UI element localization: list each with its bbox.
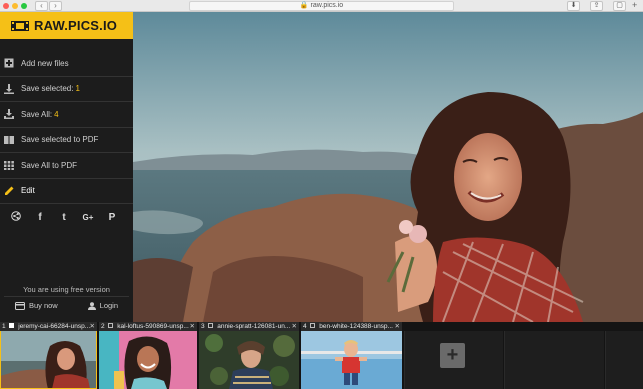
login-link[interactable]: Login <box>87 301 119 310</box>
brand-name: RAW.PICS.IO <box>34 18 118 33</box>
thumbnail-1[interactable]: 1 jeremy-cai-66284-unsp... ✕ <box>0 322 97 389</box>
checkbox-icon[interactable] <box>208 323 214 328</box>
thumbnail-2-index: 2 <box>101 323 105 330</box>
tabs-icon[interactable]: ▢ <box>613 1 626 11</box>
empty-slot <box>605 331 643 389</box>
close-window-button[interactable] <box>3 3 9 9</box>
minimize-window-button[interactable] <box>12 3 18 9</box>
thumbnail-1-index: 1 <box>2 323 6 330</box>
google-plus-icon[interactable]: G+ <box>76 213 100 222</box>
close-icon[interactable]: ✕ <box>190 322 195 331</box>
save-selected-button[interactable]: Save selected: 1 <box>0 77 133 102</box>
add-new-files-label: Add new files <box>21 58 69 68</box>
url-text: raw.pics.io <box>310 2 344 9</box>
selected-checkbox-icon[interactable] <box>9 323 15 328</box>
save-selected-label: Save selected: <box>21 84 74 94</box>
edit-label: Edit <box>21 186 35 196</box>
empty-slot <box>504 331 604 389</box>
save-all-button[interactable]: Save All: 4 <box>0 102 133 128</box>
lock-icon: 🔒 <box>299 2 309 9</box>
pencil-icon <box>4 186 14 196</box>
browser-toolbar: ‹ › 🔒 raw.pics.io ⬇ ⇪ ▢ + <box>0 0 643 12</box>
brand-header[interactable]: RAW.PICS.IO <box>0 12 133 39</box>
save-selected-pdf-button[interactable]: Save selected to PDF <box>0 128 133 153</box>
sidebar-divider <box>4 296 129 297</box>
credit-card-icon <box>14 301 25 310</box>
login-label: Login <box>99 301 119 310</box>
checkbox-icon[interactable] <box>108 323 114 328</box>
buy-now-link[interactable]: Buy now <box>14 301 58 310</box>
thumbnail-2-header: 2 kal-loftus-590869-unsp... ✕ <box>99 322 197 331</box>
sidebar: RAW.PICS.IO Add new files Save selected:… <box>0 12 133 322</box>
pdf-page-icon <box>4 135 14 145</box>
close-icon[interactable]: ✕ <box>395 322 400 331</box>
buy-now-label: Buy now <box>28 301 58 310</box>
pinterest-icon[interactable]: P <box>100 212 124 223</box>
thumbnail-4[interactable]: 4 ben-white-124388-unsp... ✕ <box>301 322 402 389</box>
save-all-count: 4 <box>54 109 59 119</box>
save-all-label: Save All: <box>21 109 53 119</box>
save-all-pdf-label: Save All to PDF <box>21 160 78 170</box>
checkbox-icon[interactable] <box>310 323 316 328</box>
save-selected-pdf-label: Save selected to PDF <box>21 135 99 145</box>
save-all-pdf-button[interactable]: Save All to PDF <box>0 153 133 179</box>
filmstrip: 1 jeremy-cai-66284-unsp... ✕ 2 kal-loftu… <box>0 322 643 389</box>
add-new-files-button[interactable]: Add new files <box>0 51 133 77</box>
add-image-button[interactable]: + <box>440 343 465 368</box>
social-share-bar: f t G+ P <box>0 204 133 230</box>
address-bar[interactable]: 🔒 raw.pics.io <box>189 1 454 11</box>
thumbnail-4-header: 4 ben-white-124388-unsp... ✕ <box>301 322 402 331</box>
user-icon <box>87 301 96 310</box>
close-icon[interactable]: ✕ <box>292 322 297 331</box>
film-logo-icon <box>11 20 29 31</box>
thumbnail-3-index: 3 <box>201 323 205 330</box>
share-icon[interactable] <box>4 210 28 224</box>
thumbnail-4-index: 4 <box>303 323 307 330</box>
download-icon[interactable]: ⬇ <box>567 1 580 11</box>
forward-button[interactable]: › <box>49 1 62 11</box>
download-icon <box>4 83 14 94</box>
back-button[interactable]: ‹ <box>35 1 48 11</box>
thumbnail-3[interactable]: 3 annie-spratt-126081-un... ✕ <box>199 322 299 389</box>
thumbnail-4-image <box>301 331 402 389</box>
facebook-icon[interactable]: f <box>28 212 52 223</box>
thumbnail-2[interactable]: 2 kal-loftus-590869-unsp... ✕ <box>99 322 197 389</box>
edit-button[interactable]: Edit <box>0 179 133 204</box>
thumbnail-3-filename: annie-spratt-126081-un... <box>217 323 291 330</box>
tumblr-icon[interactable]: t <box>52 212 76 223</box>
thumbnail-3-header: 3 annie-spratt-126081-un... ✕ <box>199 322 299 331</box>
free-version-note: You are using free version <box>23 285 110 294</box>
main-photo-preview[interactable] <box>133 12 643 322</box>
close-icon[interactable]: ✕ <box>90 322 95 331</box>
save-selected-count: 1 <box>75 84 80 94</box>
new-tab-button[interactable]: + <box>632 0 637 10</box>
thumbnail-1-image <box>0 331 97 389</box>
thumbnail-1-filename: jeremy-cai-66284-unsp... <box>18 323 91 330</box>
save-all-icon <box>4 109 14 120</box>
main-photo <box>133 12 643 322</box>
add-file-icon <box>4 58 14 68</box>
thumbnail-2-filename: kal-loftus-590869-unsp... <box>117 323 189 330</box>
grid-icon <box>4 160 14 171</box>
thumbnail-4-filename: ben-white-124388-unsp... <box>319 323 393 330</box>
thumbnail-2-image <box>99 331 197 389</box>
thumbnail-3-image <box>199 331 299 389</box>
zoom-window-button[interactable] <box>21 3 27 9</box>
share-icon[interactable]: ⇪ <box>590 1 603 11</box>
thumbnail-1-header: 1 jeremy-cai-66284-unsp... ✕ <box>0 322 97 331</box>
